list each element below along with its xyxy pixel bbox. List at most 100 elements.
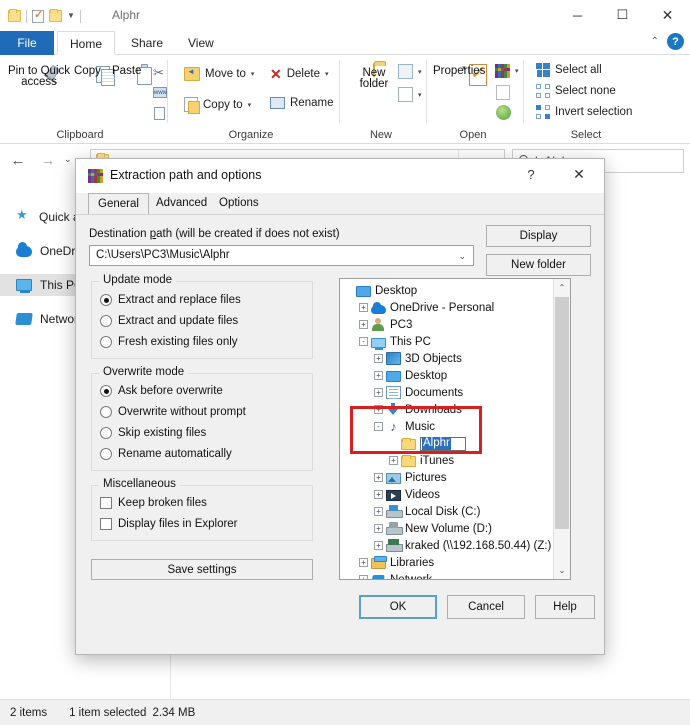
tree-node[interactable]: - ♪ Music (340, 418, 553, 435)
tree-node[interactable]: - This PC (340, 333, 553, 350)
cut-button[interactable]: ✂ (153, 65, 168, 80)
radio-ask-before-overwrite[interactable]: Ask before overwrite (100, 385, 223, 397)
tab-home[interactable]: Home (57, 31, 115, 55)
display-button[interactable]: Display (486, 225, 591, 247)
edit-button[interactable] (496, 85, 510, 100)
tree-node[interactable]: + kraked (\\192.168.50.44) (Z:) (340, 537, 553, 554)
tree-scrollbar[interactable]: ⌃ ⌄ (553, 279, 570, 579)
tree-node[interactable]: Desktop (340, 282, 553, 299)
copy-path-button[interactable]: www (153, 87, 167, 98)
rename-input[interactable]: Alphr (420, 436, 466, 451)
tree-node[interactable]: + Downloads (340, 401, 553, 418)
tab-view[interactable]: View (174, 31, 228, 55)
radio-overwrite-without-prompt[interactable]: Overwrite without prompt (100, 406, 246, 418)
open-with-button[interactable]: ▾ (495, 64, 519, 78)
chevron-down-icon[interactable]: ⌄ (458, 251, 466, 262)
expand-node-icon[interactable]: + (359, 320, 368, 329)
chevron-down-icon-7[interactable]: ▾ (515, 67, 519, 75)
expand-node-icon[interactable]: + (389, 456, 398, 465)
tab-advanced[interactable]: Advanced (147, 193, 216, 215)
folder-icon[interactable] (8, 9, 21, 22)
tree-node[interactable]: + Network (340, 571, 553, 579)
collapse-ribbon-icon[interactable]: ⌃ (651, 36, 659, 47)
chevron-down-icon[interactable]: ▾ (251, 70, 255, 78)
radio-skip-existing-files[interactable]: Skip existing files (100, 427, 206, 439)
tree-node[interactable]: + OneDrive - Personal (340, 299, 553, 316)
help-button[interactable]: Help (535, 595, 595, 619)
chevron-down-icon-3[interactable]: ▾ (325, 70, 329, 78)
tree-node[interactable]: +3D Objects (340, 350, 553, 367)
checkbox-display-files-in-explorer[interactable]: Display files in Explorer (100, 518, 238, 530)
maximize-button[interactable]: ☐ (600, 0, 645, 30)
tree-node[interactable]: + Libraries (340, 554, 553, 571)
dialog-help-button[interactable]: ? (520, 167, 542, 182)
recent-locations-icon[interactable]: ⌄ (64, 154, 72, 165)
radio-fresh-existing-only[interactable]: Fresh existing files only (100, 336, 238, 348)
radio-extract-and-update[interactable]: Extract and update files (100, 315, 238, 327)
ok-button[interactable]: OK (359, 595, 437, 619)
close-button[interactable]: ✕ (645, 0, 690, 30)
expand-node-icon[interactable]: + (374, 490, 383, 499)
new-folder-button[interactable]: New folder (352, 63, 396, 90)
customize-caret-icon[interactable]: ▼ (67, 12, 75, 20)
expand-node-icon[interactable]: + (374, 354, 383, 363)
easy-access-button[interactable]: ▾ (398, 87, 422, 102)
help-icon[interactable]: ? (667, 33, 684, 50)
scroll-down-button[interactable]: ⌄ (554, 562, 570, 579)
tree-node[interactable]: + Videos (340, 486, 553, 503)
delete-button[interactable]: ✕ Delete ▾ (270, 67, 329, 81)
tree-node[interactable]: + Pictures (340, 469, 553, 486)
expand-node-icon[interactable]: + (374, 507, 383, 516)
scroll-up-button[interactable]: ⌃ (554, 279, 570, 296)
tree-node[interactable]: + Documents (340, 384, 553, 401)
new-item-button[interactable]: ▾ (398, 64, 422, 79)
cancel-button[interactable]: Cancel (447, 595, 525, 619)
expand-node-icon[interactable]: + (359, 575, 368, 579)
back-button[interactable]: ← (8, 152, 28, 169)
expand-node-icon[interactable]: + (359, 558, 368, 567)
move-to-button[interactable]: Move to ▾ (184, 67, 254, 81)
tree-node[interactable]: Alphr (340, 435, 553, 452)
select-none-button[interactable]: Select none (536, 84, 616, 98)
history-button[interactable] (496, 105, 511, 120)
new-folder-icon[interactable] (49, 9, 62, 22)
save-settings-button[interactable]: Save settings (91, 559, 313, 580)
expand-node-icon[interactable]: + (374, 405, 383, 414)
dialog-close-button[interactable]: ✕ (568, 166, 590, 183)
tree-node[interactable]: + iTunes (340, 452, 553, 469)
tree-node[interactable]: + Local Disk (C:) (340, 503, 553, 520)
chevron-down-icon-4[interactable]: ▾ (418, 68, 422, 76)
forward-button[interactable]: → (38, 152, 58, 169)
select-all-button[interactable]: Select all (536, 63, 602, 77)
chevron-down-icon-5[interactable]: ▾ (418, 91, 422, 99)
properties-icon[interactable] (32, 8, 44, 23)
checkbox-keep-broken-files[interactable]: Keep broken files (100, 497, 207, 509)
copy-to-button[interactable]: Copy to ▾ (184, 97, 252, 114)
collapse-node-icon[interactable]: - (359, 337, 368, 346)
tab-general[interactable]: General (88, 193, 149, 215)
properties-button[interactable]: ✓ Properties ▾ (433, 63, 495, 86)
invert-selection-button[interactable]: Invert selection (536, 105, 632, 119)
destination-path-input[interactable]: C:\Users\PC3\Music\Alphr ⌄ (89, 245, 474, 266)
paste-shortcut-button[interactable] (154, 107, 165, 120)
expand-node-icon[interactable]: + (374, 473, 383, 482)
chevron-down-icon-2[interactable]: ▾ (248, 101, 252, 109)
expand-node-icon[interactable]: + (374, 371, 383, 380)
folder-tree[interactable]: Desktop + OneDrive - Personal + PC3 - This PC +… (339, 278, 571, 580)
tab-file[interactable]: File (0, 31, 54, 55)
new-folder-button[interactable]: New folder (486, 254, 591, 276)
collapse-node-icon[interactable]: - (374, 422, 383, 431)
tab-share[interactable]: Share (117, 31, 177, 55)
expand-node-icon[interactable]: + (359, 303, 368, 312)
minimize-button[interactable]: ─ (555, 0, 600, 30)
tree-node[interactable]: + PC3 (340, 316, 553, 333)
rename-button[interactable]: Rename (270, 97, 333, 109)
tree-node[interactable]: + New Volume (D:) (340, 520, 553, 537)
scrollbar-thumb[interactable] (555, 297, 569, 529)
tab-options[interactable]: Options (210, 193, 268, 215)
tree-node[interactable]: + Desktop (340, 367, 553, 384)
radio-extract-and-replace[interactable]: Extract and replace files (100, 294, 241, 306)
expand-node-icon[interactable]: + (374, 524, 383, 533)
expand-node-icon[interactable]: + (374, 541, 383, 550)
expand-node-icon[interactable]: + (374, 388, 383, 397)
